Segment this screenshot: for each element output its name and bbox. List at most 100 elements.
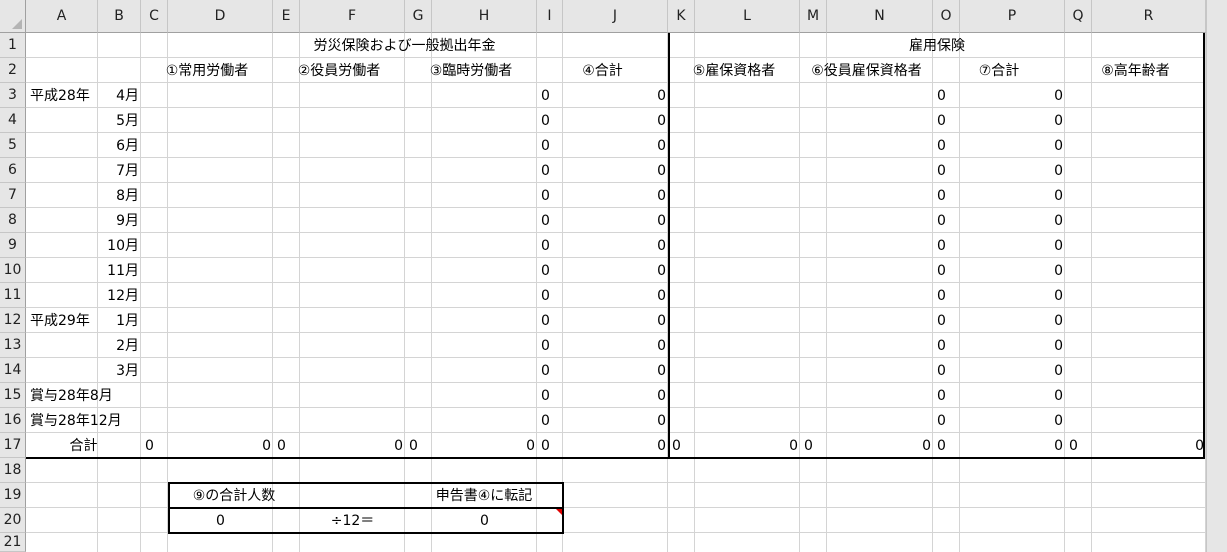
section-title-rousai: 労災保険および一般拠出年金 bbox=[313, 37, 496, 54]
grand-total-count: 0 bbox=[409, 437, 418, 454]
gridline-v bbox=[167, 33, 168, 552]
row-header-10[interactable]: 10 bbox=[0, 258, 26, 283]
count-value: 0 bbox=[541, 262, 550, 279]
column-title: ⑥役員雇保資格者 bbox=[811, 62, 922, 79]
vertical-scroll-area[interactable] bbox=[1206, 0, 1227, 552]
month-label: 4月 bbox=[116, 87, 139, 104]
count-value: 0 bbox=[541, 212, 550, 229]
row-header-21[interactable]: 21 bbox=[0, 533, 26, 552]
total-value: 0 bbox=[1054, 387, 1063, 404]
summary-label-transfer: 申告書④に転記 bbox=[435, 487, 533, 504]
col-header-a[interactable]: A bbox=[26, 0, 98, 33]
grand-total-value: 0 bbox=[394, 437, 403, 454]
month-label: 8月 bbox=[116, 187, 139, 204]
row-header-8[interactable]: 8 bbox=[0, 208, 26, 233]
column-title: ③臨時労働者 bbox=[429, 62, 513, 79]
total-value: 0 bbox=[1054, 237, 1063, 254]
total-value: 0 bbox=[657, 212, 666, 229]
col-header-k[interactable]: K bbox=[668, 0, 695, 33]
count-value: 0 bbox=[541, 412, 550, 429]
col-header-b[interactable]: B bbox=[98, 0, 141, 33]
col-header-i[interactable]: I bbox=[537, 0, 563, 33]
col-header-q[interactable]: Q bbox=[1065, 0, 1092, 33]
grand-total-count: 0 bbox=[541, 437, 550, 454]
count-value: 0 bbox=[541, 162, 550, 179]
col-header-h[interactable]: H bbox=[432, 0, 537, 33]
summary-label-total-people: ⑨の合計人数 bbox=[192, 487, 276, 504]
count-value: 0 bbox=[541, 387, 550, 404]
row-header-17[interactable]: 17 bbox=[0, 433, 26, 458]
row-header-12[interactable]: 12 bbox=[0, 308, 26, 333]
total-value: 0 bbox=[1054, 187, 1063, 204]
col-header-p[interactable]: P bbox=[960, 0, 1065, 33]
row-header-3[interactable]: 3 bbox=[0, 83, 26, 108]
row-header-14[interactable]: 14 bbox=[0, 358, 26, 383]
row-header-6[interactable]: 6 bbox=[0, 158, 26, 183]
total-value: 0 bbox=[657, 237, 666, 254]
row-header-13[interactable]: 13 bbox=[0, 333, 26, 358]
col-header-g[interactable]: G bbox=[405, 0, 432, 33]
grand-total-count: 0 bbox=[672, 437, 681, 454]
summary-box-top-border bbox=[168, 482, 564, 484]
month-label: 3月 bbox=[116, 362, 139, 379]
row-header-18[interactable]: 18 bbox=[0, 458, 26, 483]
grand-total-value: 0 bbox=[262, 437, 271, 454]
column-title: ④合計 bbox=[582, 62, 623, 79]
total-value: 0 bbox=[1054, 212, 1063, 229]
month-label: 10月 bbox=[107, 237, 139, 254]
year-label: 平成29年 bbox=[30, 312, 90, 329]
column-title: ⑦合計 bbox=[978, 62, 1020, 79]
row-header-20[interactable]: 20 bbox=[0, 508, 26, 533]
total-value: 0 bbox=[1054, 412, 1063, 429]
row-header-7[interactable]: 7 bbox=[0, 183, 26, 208]
total-value: 0 bbox=[1054, 312, 1063, 329]
summary-average-value: 0 bbox=[480, 512, 489, 529]
col-header-r[interactable]: R bbox=[1092, 0, 1206, 33]
gridline-v bbox=[272, 33, 273, 552]
gridline-v bbox=[404, 33, 405, 552]
row-header-4[interactable]: 4 bbox=[0, 108, 26, 133]
row-header-19[interactable]: 19 bbox=[0, 483, 26, 508]
total-value: 0 bbox=[657, 187, 666, 204]
col-header-f[interactable]: F bbox=[300, 0, 405, 33]
grand-total-value: 0 bbox=[657, 437, 666, 454]
total-value: 0 bbox=[1054, 137, 1063, 154]
gridline-v bbox=[1091, 33, 1092, 552]
col-header-m[interactable]: M bbox=[800, 0, 827, 33]
summary-total-people-value: 0 bbox=[216, 512, 225, 529]
section-divider-border bbox=[668, 33, 670, 458]
total-value: 0 bbox=[657, 337, 666, 354]
gridline-v bbox=[826, 33, 827, 552]
table-bottom-border bbox=[26, 457, 1205, 459]
count-value: 0 bbox=[541, 362, 550, 379]
col-header-o[interactable]: O bbox=[933, 0, 960, 33]
spreadsheet[interactable]: ABCDEFGHIJKLMNOPQR 1 2 3 4 5 6 7 8 9 10 11 12 13 14 15… bbox=[0, 0, 1227, 552]
summary-box-left-border bbox=[168, 483, 170, 533]
col-header-j[interactable]: J bbox=[563, 0, 668, 33]
count-value: 0 bbox=[937, 137, 946, 154]
col-header-e[interactable]: E bbox=[273, 0, 300, 33]
grand-total-value: 0 bbox=[526, 437, 535, 454]
column-title: ⑤雇保資格者 bbox=[692, 62, 776, 79]
total-value: 0 bbox=[1054, 337, 1063, 354]
row-header-1[interactable]: 1 bbox=[0, 33, 26, 58]
grand-total-count: 0 bbox=[1069, 437, 1078, 454]
count-value: 0 bbox=[937, 412, 946, 429]
count-value: 0 bbox=[937, 337, 946, 354]
total-row-label: 合計 bbox=[69, 437, 98, 454]
row-header-9[interactable]: 9 bbox=[0, 233, 26, 258]
col-header-d[interactable]: D bbox=[168, 0, 273, 33]
select-all-corner[interactable] bbox=[0, 0, 26, 33]
count-value: 0 bbox=[541, 287, 550, 304]
col-header-n[interactable]: N bbox=[827, 0, 933, 33]
row-header-11[interactable]: 11 bbox=[0, 283, 26, 308]
row-header-16[interactable]: 16 bbox=[0, 408, 26, 433]
total-value: 0 bbox=[657, 362, 666, 379]
row-header-15[interactable]: 15 bbox=[0, 383, 26, 408]
col-header-c[interactable]: C bbox=[141, 0, 168, 33]
count-value: 0 bbox=[541, 112, 550, 129]
col-header-l[interactable]: L bbox=[695, 0, 800, 33]
count-value: 0 bbox=[937, 212, 946, 229]
row-header-5[interactable]: 5 bbox=[0, 133, 26, 158]
row-header-2[interactable]: 2 bbox=[0, 58, 26, 83]
